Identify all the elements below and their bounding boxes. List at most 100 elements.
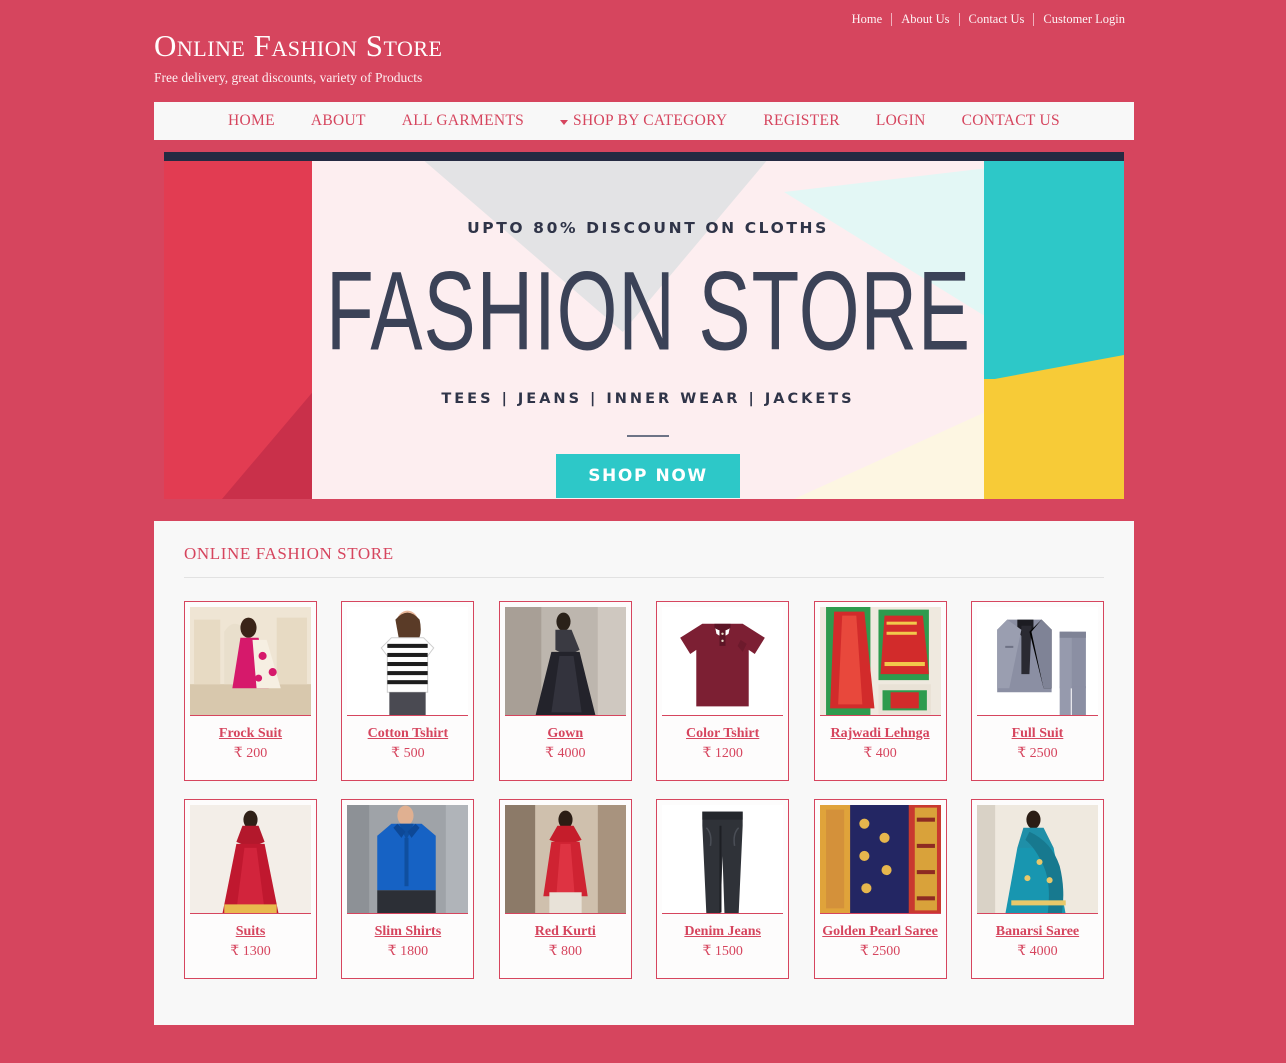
product-price: ₹ 2500 [1017, 746, 1058, 761]
section-title: ONLINE FASHION STORE [184, 543, 1104, 578]
product-price: ₹ 500 [391, 746, 425, 761]
nav-label: ABOUT [310, 112, 366, 129]
product-image-banarsi-saree [976, 805, 1098, 914]
product-price: ₹ 800 [548, 944, 582, 959]
utility-link-home[interactable]: Home [843, 10, 892, 28]
product-info: Banarsi Saree ₹ 4000 [977, 914, 1098, 978]
nav-item-home[interactable]: HOME [210, 112, 293, 130]
product-name-link[interactable]: Slim Shirts [375, 923, 442, 940]
product-info: Rajwadi Lehnga ₹ 400 [820, 716, 941, 780]
brand-block: Online Fashion Store Free delivery, grea… [154, 27, 443, 86]
product-price: ₹ 4000 [1017, 944, 1058, 959]
nav-item-register[interactable]: REGISTER [745, 112, 857, 130]
product-info: Golden Pearl Saree ₹ 2500 [820, 914, 941, 978]
product-card[interactable]: Red Kurti ₹ 800 [498, 799, 632, 979]
content-inner: ONLINE FASHION STORE Frock Suit ₹ 200 Co… [184, 543, 1104, 979]
product-name-link[interactable]: Frock Suit [219, 725, 282, 742]
product-name-link[interactable]: Golden Pearl Saree [822, 923, 938, 940]
product-name-link[interactable]: Banarsi Saree [996, 923, 1079, 940]
product-name-link[interactable]: Rajwadi Lehnga [830, 725, 929, 742]
banner-shape-red [164, 152, 322, 499]
main-navigation: HOME ABOUT ALL GARMENTS SHOP BY CATEGORY… [154, 102, 1134, 143]
banner-shape-navy-strip [164, 152, 1124, 161]
product-card[interactable]: Full Suit ₹ 2500 [970, 601, 1104, 781]
product-card[interactable]: Frock Suit ₹ 200 [184, 601, 317, 781]
site-tagline: Free delivery, great discounts, variety … [154, 70, 423, 85]
product-card[interactable]: Banarsi Saree ₹ 4000 [970, 799, 1104, 979]
utility-link-contact-us[interactable]: Contact Us [960, 10, 1034, 28]
product-card[interactable]: Cotton Tshirt ₹ 500 [341, 601, 475, 781]
product-name-link[interactable]: Denim Jeans [684, 923, 761, 940]
banner-content: UPTO 80% DISCOUNT ON CLOTHS FASHION STOR… [312, 161, 984, 499]
page-root: Home About Us Contact Us Customer Login … [0, 0, 1286, 1063]
hero-banner-wrapper: UPTO 80% DISCOUNT ON CLOTHS FASHION STOR… [154, 148, 1134, 511]
product-card[interactable]: Suits ₹ 1300 [184, 799, 317, 979]
product-image-color-tshirt [662, 607, 784, 716]
product-info: Red Kurti ₹ 800 [505, 914, 626, 978]
product-price: ₹ 1500 [702, 944, 743, 959]
utility-link-about-us[interactable]: About Us [892, 10, 958, 28]
product-image-full-suit [976, 607, 1098, 716]
utility-navigation: Home About Us Contact Us Customer Login [843, 10, 1134, 28]
product-price: ₹ 2500 [859, 944, 901, 959]
product-price: ₹ 1200 [702, 746, 743, 761]
product-image-gown [504, 607, 626, 716]
divider [1033, 12, 1035, 26]
product-name-link[interactable]: Gown [547, 725, 583, 742]
product-price: ₹ 1300 [230, 944, 271, 959]
product-name-link[interactable]: Suits [236, 923, 266, 940]
product-price: ₹ 200 [233, 746, 268, 761]
divider [958, 12, 960, 26]
product-info: Frock Suit ₹ 200 [190, 716, 311, 780]
product-price: ₹ 4000 [545, 746, 586, 761]
product-card[interactable]: Color Tshirt ₹ 1200 [656, 601, 790, 781]
banner-shape-yellow [984, 379, 1124, 499]
product-card[interactable]: Slim Shirts ₹ 1800 [341, 799, 475, 979]
site-title: Online Fashion Store [154, 28, 443, 63]
content-panel: ONLINE FASHION STORE Frock Suit ₹ 200 Co… [154, 517, 1134, 1025]
product-card[interactable]: Denim Jeans ₹ 1500 [656, 799, 790, 979]
chevron-down-icon [560, 119, 569, 125]
product-image-slim-shirts [347, 805, 469, 914]
product-image-suits [190, 805, 311, 914]
product-card[interactable]: Golden Pearl Saree ₹ 2500 [813, 799, 947, 979]
product-image-cotton-tshirt [347, 607, 469, 716]
product-name-link[interactable]: Red Kurti [535, 923, 596, 940]
product-price: ₹ 1800 [387, 944, 429, 959]
nav-label: ALL GARMENTS [401, 112, 525, 129]
product-image-red-kurti [504, 805, 626, 914]
nav-label: CONTACT US [961, 112, 1060, 129]
product-name-link[interactable]: Full Suit [1012, 725, 1064, 742]
nav-label: SHOP BY CATEGORY [573, 112, 728, 129]
utility-link-customer-login[interactable]: Customer Login [1034, 10, 1134, 28]
product-info: Denim Jeans ₹ 1500 [662, 914, 783, 978]
product-info: Suits ₹ 1300 [190, 914, 311, 978]
product-image-denim-jeans [662, 805, 784, 914]
product-info: Gown ₹ 4000 [505, 716, 626, 780]
product-info: Full Suit ₹ 2500 [977, 716, 1098, 780]
nav-item-contact-us[interactable]: CONTACT US [944, 112, 1078, 130]
shop-now-button[interactable]: SHOP NOW [556, 454, 740, 498]
product-image-rajwadi-lehnga [819, 607, 941, 716]
product-image-frock-suit [190, 607, 311, 716]
product-price: ₹ 400 [863, 746, 897, 761]
nav-item-shop-by-category[interactable]: SHOP BY CATEGORY [542, 112, 745, 130]
banner-subline: TEES | JEANS | INNER WEAR | JACKETS [441, 391, 855, 407]
product-info: Color Tshirt ₹ 1200 [662, 716, 783, 780]
nav-label: REGISTER [763, 112, 840, 129]
product-card[interactable]: Rajwadi Lehnga ₹ 400 [813, 601, 947, 781]
nav-item-login[interactable]: LOGIN [858, 112, 944, 130]
hero-banner[interactable]: UPTO 80% DISCOUNT ON CLOTHS FASHION STOR… [164, 152, 1124, 499]
nav-item-all-garments[interactable]: ALL GARMENTS [384, 112, 542, 130]
nav-item-about[interactable]: ABOUT [293, 112, 384, 130]
product-info: Cotton Tshirt ₹ 500 [347, 716, 468, 780]
nav-label: HOME [228, 112, 275, 129]
product-card[interactable]: Gown ₹ 4000 [498, 601, 632, 781]
nav-label: LOGIN [875, 112, 926, 129]
product-name-link[interactable]: Color Tshirt [686, 725, 759, 742]
divider [891, 12, 893, 26]
banner-headline: FASHION STORE [325, 249, 971, 375]
banner-kicker: UPTO 80% DISCOUNT ON CLOTHS [467, 219, 829, 237]
product-name-link[interactable]: Cotton Tshirt [368, 725, 449, 742]
product-info: Slim Shirts ₹ 1800 [347, 914, 468, 978]
